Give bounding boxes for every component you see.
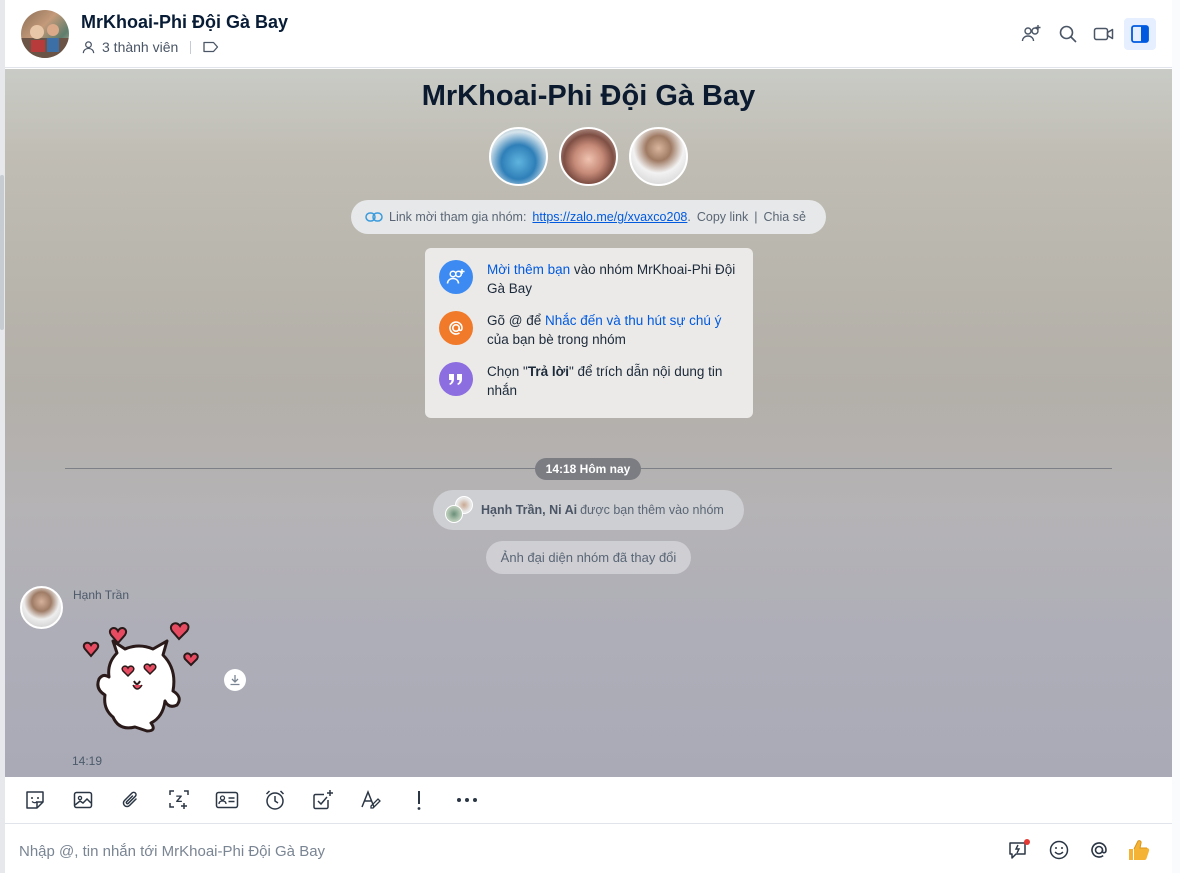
quick-message-icon: [1009, 839, 1030, 859]
invite-url-link[interactable]: https://zalo.me/g/xvaxco208: [532, 210, 687, 224]
subtitle-separator: [190, 40, 192, 54]
toggle-info-panel-button[interactable]: [1124, 18, 1156, 50]
image-icon: [73, 791, 93, 809]
tip-text: Gõ @ để: [487, 313, 545, 328]
message-area[interactable]: MrKhoai-Phi Đội Gà Bay Link mời tham gia…: [5, 69, 1172, 777]
emoji-button[interactable]: [1044, 835, 1074, 865]
paperclip-icon: [122, 791, 137, 808]
screenshot-capture-icon: Z: [169, 790, 189, 809]
system-message-avatar-changed: Ảnh đại diện nhóm đã thay đổi: [486, 541, 691, 574]
system-message-members-added: Hạnh Trần, Ni Ai được bạn thêm vào nhóm: [433, 490, 744, 530]
reply-keyword: Trả lời: [527, 364, 569, 379]
member-avatar[interactable]: [445, 505, 463, 523]
search-icon: [1059, 25, 1077, 43]
composer-toolbar: Z: [5, 777, 1172, 824]
tip-add-members: Mời thêm bạn vào nhóm MrKhoai-Phi Đội Gà…: [439, 260, 739, 298]
more-options-button[interactable]: [449, 782, 485, 818]
member-icon: [82, 40, 95, 53]
send-contact-card-button[interactable]: [209, 782, 245, 818]
invite-link-bar: Link mời tham gia nhóm: https://zalo.me/…: [351, 200, 826, 234]
copy-link-button[interactable]: Copy link: [697, 210, 748, 224]
download-sticker-button[interactable]: [224, 669, 246, 691]
sticker-button[interactable]: [17, 782, 53, 818]
add-group-member-icon: [1021, 25, 1041, 42]
share-link-button[interactable]: Chia sẻ: [764, 210, 806, 224]
member-avatar[interactable]: [489, 127, 548, 186]
text-format-button[interactable]: [353, 782, 389, 818]
tip-reply-text: Chọn "Trả lời" để trích dẫn nội dung tin…: [487, 362, 739, 400]
mention-button[interactable]: [1084, 835, 1114, 865]
more-dots-icon: [457, 798, 477, 802]
download-icon: [230, 675, 240, 686]
quick-message-button[interactable]: [1004, 835, 1034, 865]
sticker-message[interactable]: [77, 613, 212, 745]
quote-icon: [439, 362, 473, 396]
tag-icon[interactable]: [203, 41, 219, 53]
add-member-button[interactable]: [1016, 18, 1048, 50]
search-button[interactable]: [1052, 18, 1084, 50]
sticker-icon: [26, 791, 44, 809]
sender-avatar[interactable]: [20, 586, 63, 629]
screenshot-button[interactable]: Z: [161, 782, 197, 818]
at-sign-icon: [1091, 842, 1107, 858]
message-input[interactable]: [19, 837, 919, 865]
right-edge: [1172, 0, 1180, 873]
member-avatars: [489, 127, 688, 186]
member-avatar[interactable]: [559, 127, 618, 186]
thumbs-up-icon: [1129, 840, 1150, 860]
tip-mention-text: Gõ @ để Nhắc đến và thu hút sự chú ý của…: [487, 311, 739, 349]
invite-separator: |: [754, 210, 758, 224]
add-people-icon: [439, 260, 473, 294]
message-input-bar: [5, 825, 1172, 873]
quick-like-button[interactable]: [1124, 835, 1154, 865]
link-icon: [365, 212, 383, 222]
message-timestamp: 14:19: [72, 754, 103, 768]
member-count[interactable]: 3 thành viên: [102, 39, 178, 55]
tip-reply: Chọn "Trả lời" để trích dẫn nội dung tin…: [439, 362, 739, 400]
at-sign-icon: [439, 311, 473, 345]
invite-label: Link mời tham gia nhóm:: [389, 210, 527, 224]
tip-mention: Gõ @ để Nhắc đến và thu hút sự chú ý của…: [439, 311, 739, 349]
header-actions: [1016, 18, 1156, 50]
group-name-heading: MrKhoai-Phi Đội Gà Bay: [421, 80, 756, 112]
chat-window: MrKhoai-Phi Đội Gà Bay 3 thành viên MrKh…: [0, 0, 1180, 873]
conversation-header: MrKhoai-Phi Đội Gà Bay 3 thành viên: [5, 0, 1172, 68]
conversation-subtitle: 3 thành viên: [81, 39, 219, 55]
conversation-title[interactable]: MrKhoai-Phi Đội Gà Bay: [81, 12, 288, 33]
send-image-button[interactable]: [65, 782, 101, 818]
reminder-button[interactable]: [257, 782, 293, 818]
tip-text: của bạn bè trong nhóm: [487, 332, 626, 347]
contact-card-icon: [215, 791, 239, 809]
text-format-icon: [361, 789, 381, 809]
sidebar-panel-icon: [1131, 25, 1149, 43]
alarm-clock-icon: [265, 790, 285, 810]
exclamation-icon: [417, 791, 421, 810]
emoji-icon: [1049, 840, 1069, 860]
task-checkbox-icon: [313, 790, 333, 810]
video-camera-icon: [1093, 27, 1114, 41]
group-tips-card: Mời thêm bạn vào nhóm MrKhoai-Phi Đội Gà…: [425, 248, 753, 418]
assign-task-button[interactable]: [305, 782, 341, 818]
member-avatar[interactable]: [629, 127, 688, 186]
group-avatar-image: [21, 24, 69, 58]
added-members-avatars: [433, 490, 473, 530]
mention-link[interactable]: Nhắc đến và thu hút sự chú ý: [545, 313, 721, 328]
invite-friends-link[interactable]: Mời thêm bạn: [487, 262, 570, 277]
video-call-button[interactable]: [1088, 18, 1120, 50]
scroll-thumb[interactable]: [0, 175, 4, 330]
attach-file-button[interactable]: [113, 782, 149, 818]
group-avatar[interactable]: [21, 10, 69, 58]
tip-add-members-text: Mời thêm bạn vào nhóm MrKhoai-Phi Đội Gà…: [487, 260, 739, 298]
tip-text: Chọn ": [487, 364, 528, 379]
mark-important-button[interactable]: [401, 782, 437, 818]
input-actions: [1004, 835, 1154, 865]
svg-text:Z: Z: [176, 795, 183, 805]
system-message-text: được bạn thêm vào nhóm: [580, 503, 724, 517]
time-divider: 14:18 Hôm nay: [535, 458, 641, 480]
added-member-names[interactable]: Hạnh Trần, Ni Ai: [481, 503, 577, 517]
sender-name: Hạnh Trần: [73, 588, 130, 602]
cat-love-sticker: [82, 622, 199, 733]
